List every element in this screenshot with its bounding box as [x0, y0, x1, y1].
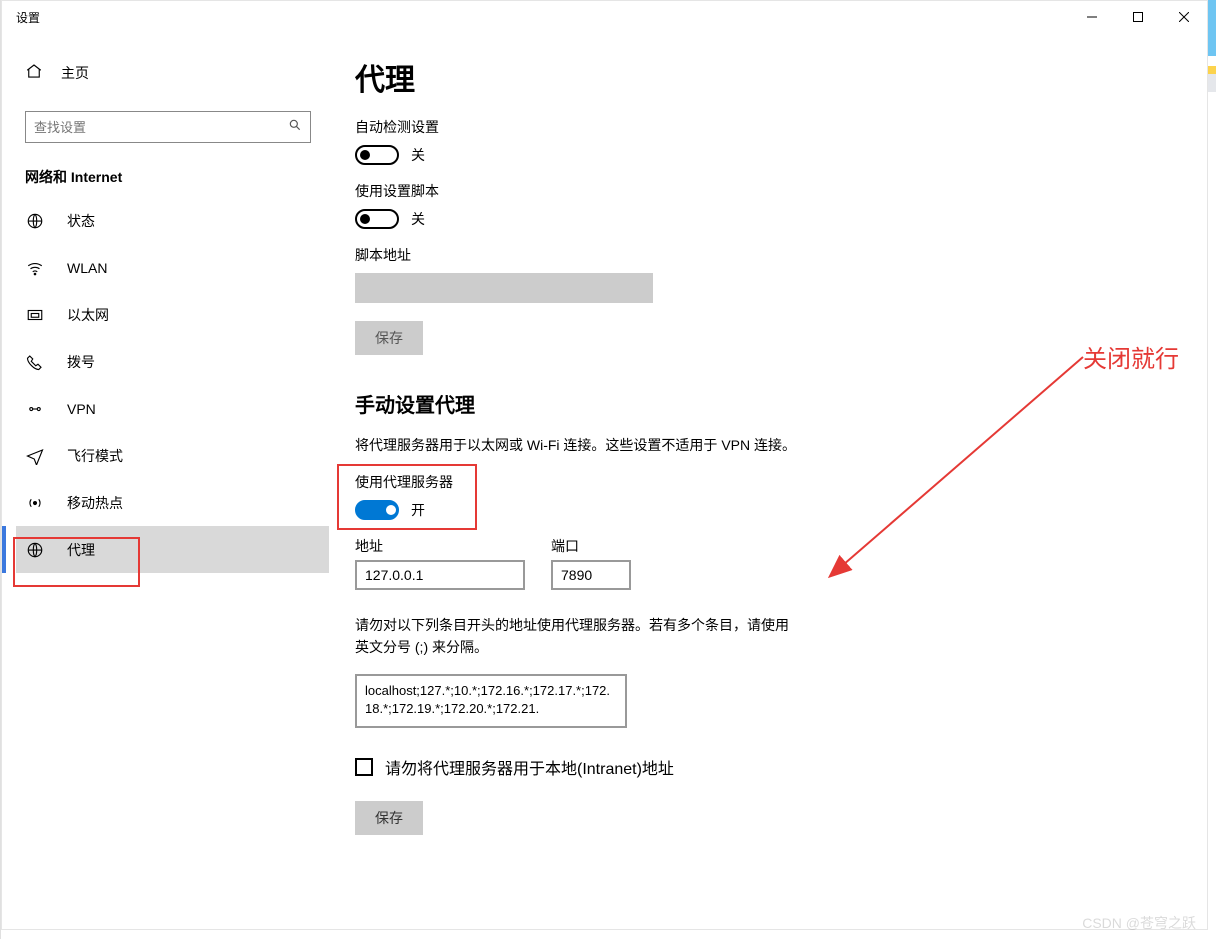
vpn-icon [25, 399, 45, 419]
sidebar-item-label: WLAN [67, 260, 107, 276]
auto-detect-settings-label: 自动检测设置 [355, 117, 1207, 137]
use-proxy-label: 使用代理服务器 [355, 472, 1207, 492]
page-title: 代理 [355, 55, 1207, 99]
use-script-state: 关 [411, 209, 425, 229]
script-address-label: 脚本地址 [355, 245, 1207, 265]
exclude-textarea[interactable] [355, 674, 627, 728]
home-link[interactable]: 主页 [16, 53, 329, 93]
script-address-input [355, 273, 653, 303]
sidebar-item-dialup[interactable]: 拨号 [16, 338, 329, 385]
sidebar: 主页 网络和 Internet 状态 WLAN [2, 33, 329, 929]
auto-detect-state: 关 [411, 145, 425, 165]
status-icon [25, 211, 45, 231]
ethernet-icon [25, 305, 45, 325]
sidebar-item-ethernet[interactable]: 以太网 [16, 291, 329, 338]
close-button[interactable] [1161, 1, 1207, 33]
address-label: 地址 [355, 536, 525, 556]
sidebar-item-label: VPN [67, 401, 96, 417]
sidebar-item-label: 代理 [67, 540, 95, 560]
sidebar-item-label: 状态 [67, 211, 95, 231]
sidebar-item-hotspot[interactable]: 移动热点 [16, 479, 329, 526]
manual-proxy-desc: 将代理服务器用于以太网或 Wi-Fi 连接。这些设置不适用于 VPN 连接。 [355, 434, 805, 456]
search-icon [288, 118, 302, 137]
search-input[interactable] [25, 111, 311, 143]
save-button-2[interactable]: 保存 [355, 801, 423, 835]
use-script-toggle[interactable] [355, 209, 399, 229]
auto-detect-toggle[interactable] [355, 145, 399, 165]
content-pane: 代理 自动检测设置 关 使用设置脚本 关 脚本地址 保存 手动设置代理 将代理服… [329, 33, 1207, 929]
use-proxy-toggle[interactable] [355, 500, 399, 520]
sidebar-item-label: 拨号 [67, 352, 95, 372]
dialup-icon [25, 352, 45, 372]
save-button: 保存 [355, 321, 423, 355]
use-script-label: 使用设置脚本 [355, 181, 1207, 201]
airplane-icon [25, 446, 45, 466]
sidebar-item-wlan[interactable]: WLAN [16, 244, 329, 291]
bypass-local-label: 请勿将代理服务器用于本地(Intranet)地址 [385, 755, 674, 779]
maximize-button[interactable] [1115, 1, 1161, 33]
home-icon [25, 62, 43, 85]
sidebar-item-label: 以太网 [67, 305, 109, 325]
exclude-desc: 请勿对以下列条目开头的地址使用代理服务器。若有多个条目，请使用英文分号 (;) … [355, 614, 795, 658]
watermark: CSDN @苍穹之跃 [1082, 913, 1196, 933]
titlebar: 设置 [2, 1, 1207, 33]
port-label: 端口 [551, 536, 631, 556]
sidebar-item-proxy[interactable]: 代理 [16, 526, 329, 573]
manual-proxy-header: 手动设置代理 [355, 389, 1207, 418]
bypass-local-checkbox[interactable] [355, 758, 373, 776]
annotation-text: 关闭就行 [1083, 339, 1179, 374]
sidebar-item-label: 移动热点 [67, 493, 123, 513]
search-field[interactable] [34, 120, 288, 135]
minimize-button[interactable] [1069, 1, 1115, 33]
proxy-icon [25, 540, 45, 560]
address-input[interactable] [355, 560, 525, 590]
window-title: 设置 [16, 9, 40, 26]
sidebar-item-airplane[interactable]: 飞行模式 [16, 432, 329, 479]
use-proxy-state: 开 [411, 500, 425, 520]
port-input[interactable] [551, 560, 631, 590]
sidebar-item-vpn[interactable]: VPN [16, 385, 329, 432]
hotspot-icon [25, 493, 45, 513]
sidebar-item-label: 飞行模式 [67, 446, 123, 466]
sidebar-item-status[interactable]: 状态 [16, 197, 329, 244]
home-label: 主页 [61, 63, 89, 83]
sidebar-section-title: 网络和 Internet [25, 167, 329, 187]
wlan-icon [25, 258, 45, 278]
